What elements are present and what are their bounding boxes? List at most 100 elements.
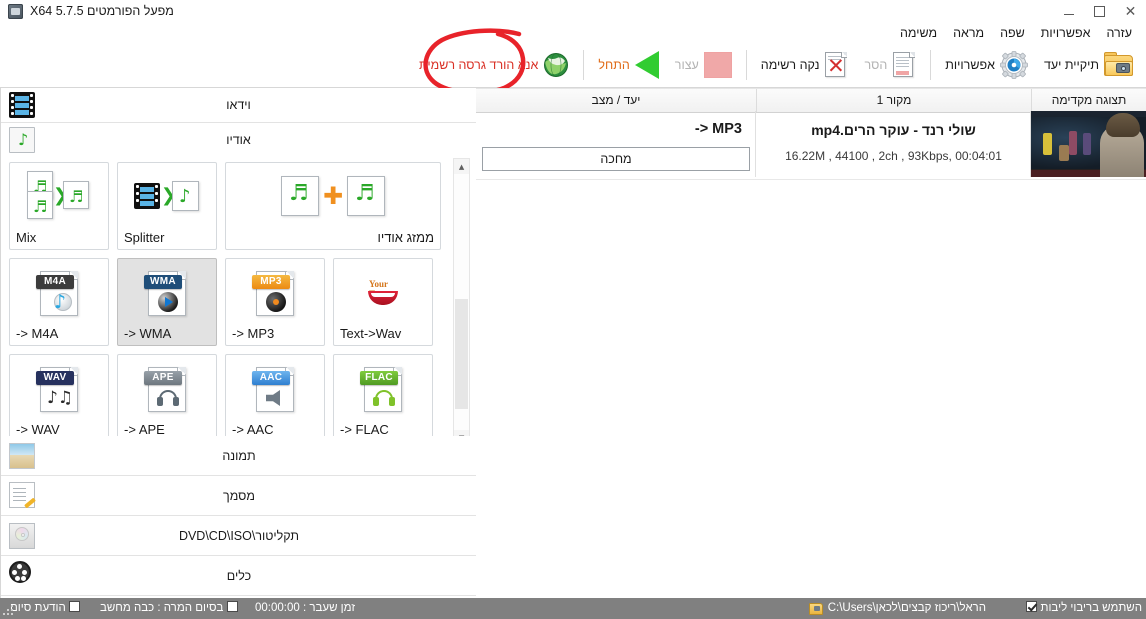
audio-merge-icon: ♬ ✚ ♬ [226,169,440,223]
clear-list-button[interactable]: ✕ נקה רשימה [753,44,857,86]
shutdown-label: בסיום המרה : כבה מחשב [100,602,224,614]
tile-aac-label: -> AAC [232,422,274,436]
sidebar-item-tools-label: כלים [226,568,252,583]
maximize-button[interactable] [1084,0,1115,23]
column-header-preview[interactable]: תצוגה מקדימה [1031,89,1146,112]
m4a-file-icon: M4A ♪ [10,265,108,319]
tile-splitter[interactable]: ❯ ♪ Splitter [117,162,217,250]
tile-audio-merge-label: ממזג אודיו [377,230,434,245]
window-controls: ✕ [1053,0,1146,23]
start-label: התחל [598,58,630,72]
remove-document-icon [892,51,916,79]
finish-notice-checkbox[interactable] [69,601,81,612]
tile-wma[interactable]: WMA -> WMA [117,258,217,346]
scroll-up-arrow[interactable]: ▲ [454,159,469,174]
application-window: מפעל הפורמטים X64 5.7.5 ✕ עזרה אפשרויות … [0,0,1146,619]
source-cell: שולי רנד - עוקר הרים.mp4 16.22M , 44100 … [755,111,1031,177]
options-button[interactable]: אפשרויות [937,44,1036,86]
list-column-headers: תצוגה מקדימה מקור 1 יעד / מצב [476,88,1146,113]
tile-row-2: M4A ♪ -> M4A WMA -> WMA MP3 -> MP3 Your … [9,258,447,346]
menu-item-view[interactable]: מראה [945,25,992,41]
menu-item-language[interactable]: שפה [992,25,1033,41]
tile-text-to-wav-label: Text->Wav [340,326,402,341]
sidebar-item-audio[interactable]: ♪ אודיו [1,123,476,158]
official-version-link[interactable]: אנא הורד גרסה רשמית [411,44,577,86]
video-frame-thumbnail[interactable] [1030,111,1146,177]
sidebar-item-video[interactable]: וידאו [1,88,476,123]
play-icon [634,51,659,79]
toolbar-separator-3 [583,50,585,80]
sidebar-item-disc[interactable]: תקליטור\DVD\CD\ISO [1,516,477,556]
column-header-target[interactable]: יעד / מצב [476,89,756,112]
sidebar-item-picture-label: תמונה [222,448,256,463]
mix-icon: ♬ ♬ ❯ ♬ [10,169,108,223]
tile-audio-merge[interactable]: ♬ ✚ ♬ ממזג אודיו [225,162,441,250]
format-factory-icon [8,4,23,19]
stop-button[interactable]: עצור [667,44,740,86]
multicore-label: השתמש בריבוי ליבות [1040,602,1143,614]
tile-ape[interactable]: APE -> APE [117,354,217,436]
stop-label: עצור [674,58,699,72]
tile-row-1: ♬ ♬ ❯ ♬ Mix ❯ ♪ Splitter ♬ ✚ ♬ ממזג אודי… [9,162,447,250]
tile-row-3: WAV ♪♫ -> WAV APE -> APE AAC -> AAC FLAC… [9,354,447,436]
folder-icon [808,602,823,615]
scrollbar-thumb[interactable] [455,299,468,409]
table-row[interactable]: שולי רנד - עוקר הרים.mp4 16.22M , 44100 … [476,111,1146,180]
options-label: אפשרויות [945,58,995,72]
flac-file-icon: FLAC [334,361,432,415]
tile-mix-label: Mix [16,230,37,245]
tile-wma-label: -> WMA [124,326,172,341]
tile-wav[interactable]: WAV ♪♫ -> WAV [9,354,109,436]
source-filename: שולי רנד - עוקר הרים.mp4 [811,122,976,138]
ape-file-icon: APE [118,361,216,415]
finish-notice-option[interactable]: הודעת סיום [10,598,81,619]
clear-list-icon: ✕ [824,51,848,79]
multicore-checkbox[interactable] [1026,601,1038,612]
sidebar-item-picture[interactable]: תמונה [1,436,477,476]
status-bar: השתמש בריבוי ליבות C:\Users\הראל\ריכוז ק… [0,598,1146,619]
tile-text-to-wav[interactable]: Your Text Text->Wav [333,258,433,346]
tile-flac[interactable]: FLAC -> FLAC [333,354,433,436]
column-header-source[interactable]: מקור 1 [756,89,1031,112]
output-folder-label: תיקיית יעד [1043,58,1099,72]
start-button[interactable]: התחל [590,44,666,86]
sidebar-item-document[interactable]: מסמך [1,476,477,516]
title-bar: מפעל הפורמטים X64 5.7.5 ✕ [0,0,1146,24]
resize-grip[interactable] [3,605,15,617]
tile-m4a[interactable]: M4A ♪ -> M4A [9,258,109,346]
aac-badge: AAC [252,371,290,385]
tile-mp3[interactable]: MP3 -> MP3 [225,258,325,346]
sidebar-item-video-label: וידאו [226,98,251,112]
ape-badge: APE [144,371,182,385]
multicore-option[interactable]: השתמש בריבוי ליבות [1026,598,1142,619]
main-toolbar: תיקיית יעד אפשרויות הסר ✕ נקה רשימה עצור… [0,43,1146,88]
toolbar-separator [930,50,932,80]
menu-item-options[interactable]: אפשרויות [1033,25,1099,41]
menu-item-help[interactable]: עזרה [1098,25,1140,41]
output-folder-button[interactable]: תיקיית יעד [1036,44,1142,86]
tile-m4a-label: -> M4A [16,326,59,341]
tile-aac[interactable]: AAC -> AAC [225,354,325,436]
tile-splitter-label: Splitter [124,230,165,245]
m4a-badge: M4A [36,275,74,289]
wma-badge: WMA [144,275,182,289]
format-sidebar: וידאו ♪ אודיו ♬ ♬ ❯ ♬ Mix ❯ ♪ Splitter ♬… [0,88,477,598]
status-badge[interactable]: מחכה [482,147,750,171]
menu-item-task[interactable]: משימה [892,25,945,41]
close-button[interactable]: ✕ [1115,0,1146,23]
finish-notice-label: הודעת סיום [10,602,66,614]
output-path-display[interactable]: C:\Users\הראל\ריכוז קבצים\לכאן [808,598,986,619]
shutdown-checkbox[interactable] [226,601,238,612]
minimize-button[interactable] [1053,0,1084,23]
wma-file-icon: WMA [118,265,216,319]
clear-list-label: נקה רשימה [760,58,820,72]
format-list-scrollbar[interactable]: ▲ ▼ [453,158,470,446]
wav-badge: WAV [36,371,74,385]
remove-button[interactable]: הסר [856,44,924,86]
shutdown-option[interactable]: בסיום המרה : כבה מחשב [100,598,238,619]
splitter-icon: ❯ ♪ [118,169,216,223]
tile-mix[interactable]: ♬ ♬ ❯ ♬ Mix [9,162,109,250]
sidebar-item-document-label: מסמך [223,488,255,503]
sidebar-item-tools[interactable]: כלים [1,556,477,596]
toolbar-separator-2 [745,50,747,80]
